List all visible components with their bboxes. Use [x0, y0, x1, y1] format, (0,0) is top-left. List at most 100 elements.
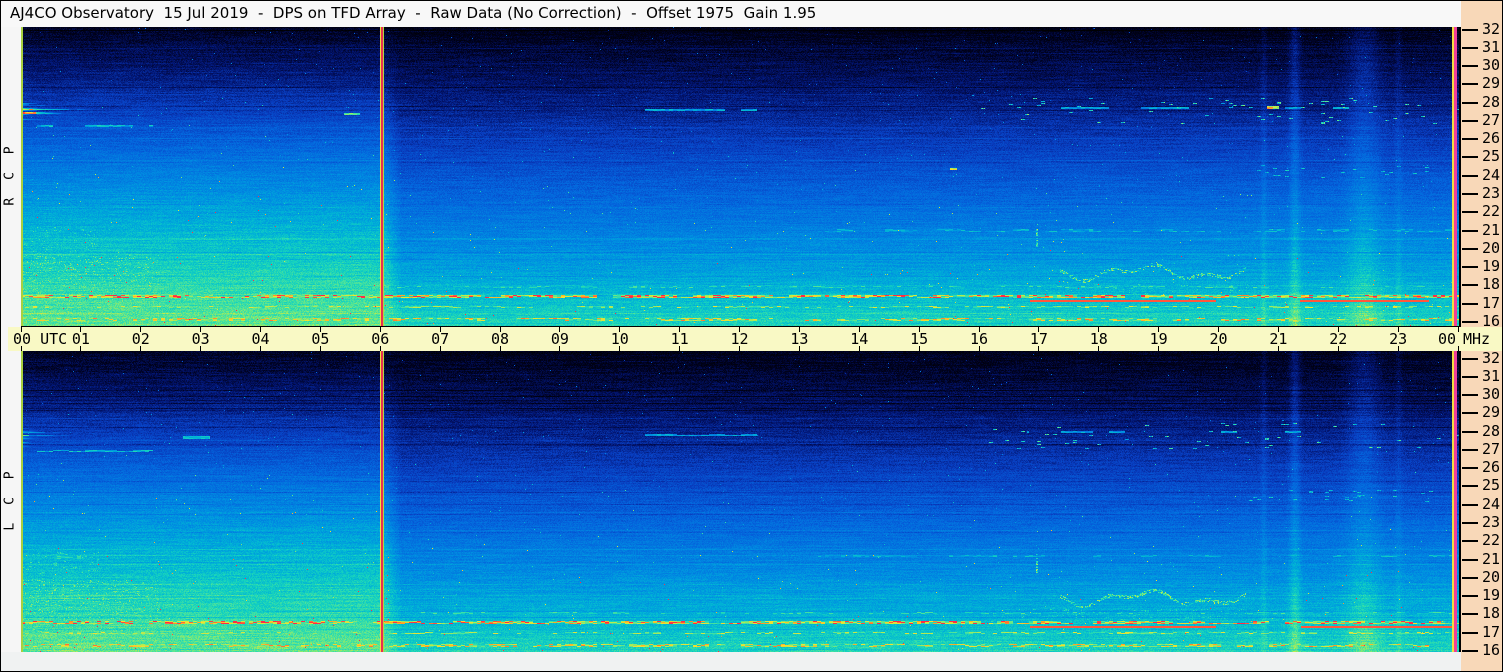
freq-tick	[1462, 467, 1478, 469]
freq-tick	[1462, 358, 1478, 360]
spectrogram-rcp	[21, 27, 1459, 326]
freq-tick	[1462, 230, 1478, 232]
spectrogram-lcp	[21, 351, 1459, 652]
time-tick-label: 02	[131, 330, 150, 348]
freq-tick	[1462, 321, 1478, 323]
freq-tick	[1462, 504, 1478, 506]
time-tick-label: 23	[1389, 330, 1408, 348]
time-tick-label: 11	[670, 330, 689, 348]
panel-label-lcp: L C P	[2, 466, 18, 531]
page-title: AJ4CO Observatory 15 Jul 2019 - DPS on T…	[10, 4, 817, 22]
time-tick-label: 15	[910, 330, 929, 348]
time-tick-label: 10	[610, 330, 629, 348]
freq-tick	[1462, 29, 1478, 31]
freq-tick-label: 28	[1482, 422, 1501, 440]
time-tick-label: 22	[1329, 330, 1348, 348]
time-tick-label: 04	[251, 330, 270, 348]
freq-tick-label: 21	[1482, 221, 1501, 239]
freq-tick	[1462, 394, 1478, 396]
freq-tick	[1462, 412, 1478, 414]
freq-unit-label: MHz	[1463, 330, 1491, 348]
time-tick-label: 03	[191, 330, 210, 348]
freq-tick	[1462, 156, 1478, 158]
title-bar: AJ4CO Observatory 15 Jul 2019 - DPS on T…	[1, 1, 1461, 27]
time-tick-label: 16	[969, 330, 989, 348]
freq-tick-label: 29	[1482, 403, 1501, 421]
freq-tick-label: 19	[1482, 586, 1501, 604]
freq-tick-label: 27	[1482, 440, 1501, 458]
time-tick	[1458, 327, 1459, 332]
time-tick-label: 08	[490, 330, 510, 348]
time-tick	[1458, 346, 1459, 351]
time-axis: MHz 00 UTC 01 02 03 04 05 06 07 08 09 10 11 12 13 14 15…	[8, 327, 1502, 351]
freq-tick	[1462, 211, 1478, 213]
freq-tick-label: 29	[1482, 74, 1501, 92]
freq-tick	[1462, 266, 1478, 268]
time-tick-label: 14	[850, 330, 869, 348]
freq-tick-label: 22	[1482, 531, 1501, 549]
time-tick-label: 19	[1149, 330, 1168, 348]
freq-tick-label: 24	[1482, 166, 1501, 184]
freq-tick-label: 21	[1482, 550, 1501, 568]
freq-tick	[1462, 485, 1478, 487]
time-tick-label: 00	[1437, 330, 1456, 348]
time-tick-label: 12	[730, 330, 749, 348]
time-tick-label: 20	[1209, 330, 1228, 348]
time-tick-label: 07	[431, 330, 450, 348]
time-tick-label: 01	[71, 330, 90, 348]
freq-tick-label: 31	[1482, 38, 1501, 56]
time-tick-label: 13	[790, 330, 809, 348]
freq-tick-label: 20	[1482, 239, 1501, 257]
time-tick-label: 18	[1089, 330, 1108, 348]
freq-tick	[1462, 431, 1478, 433]
freq-tick	[1462, 613, 1478, 615]
aj4co-dps-display: AJ4CO Observatory 15 Jul 2019 - DPS on T…	[0, 0, 1503, 672]
time-tick-label: 21	[1269, 330, 1288, 348]
freq-tick	[1462, 559, 1478, 561]
freq-tick-label: 24	[1482, 495, 1501, 513]
freq-tick-label: 25	[1482, 476, 1501, 494]
freq-tick	[1462, 449, 1478, 451]
freq-tick	[1462, 47, 1478, 49]
freq-tick-label: 26	[1482, 129, 1501, 147]
freq-tick-label: 17	[1482, 294, 1501, 312]
freq-tick-label: 23	[1482, 184, 1501, 202]
panel-label-rcp: R C P	[2, 141, 18, 206]
freq-tick	[1462, 303, 1478, 305]
freq-tick-label: 22	[1482, 202, 1501, 220]
time-tick-label: 09	[550, 330, 569, 348]
freq-tick	[1462, 175, 1478, 177]
freq-tick	[1462, 650, 1478, 652]
freq-tick	[1462, 540, 1478, 542]
freq-tick-label: 31	[1482, 367, 1501, 385]
freq-tick	[1462, 83, 1478, 85]
freq-tick	[1462, 632, 1478, 634]
freq-tick-label: 28	[1482, 93, 1501, 111]
freq-tick-label: 25	[1482, 147, 1501, 165]
freq-tick	[1462, 284, 1478, 286]
time-tick-label: 00 UTC	[13, 330, 68, 348]
freq-tick-label: 23	[1482, 513, 1501, 531]
freq-tick	[1462, 193, 1478, 195]
freq-tick-label: 17	[1482, 623, 1501, 641]
freq-tick-label: 32	[1482, 349, 1501, 367]
freq-tick-label: 30	[1482, 56, 1501, 74]
freq-tick-label: 18	[1482, 604, 1501, 622]
freq-tick-label: 16	[1482, 641, 1501, 659]
freq-tick-label: 19	[1482, 257, 1501, 275]
time-tick-label: 05	[311, 330, 330, 348]
freq-tick	[1462, 102, 1478, 104]
bottom-margin	[1, 652, 1461, 671]
freq-tick	[1462, 577, 1478, 579]
freq-tick-label: 20	[1482, 568, 1501, 586]
freq-tick-label: 18	[1482, 275, 1501, 293]
freq-tick	[1462, 522, 1478, 524]
freq-tick	[1462, 138, 1478, 140]
freq-tick-label: 27	[1482, 111, 1501, 129]
freq-tick	[1462, 376, 1478, 378]
freq-tick-label: 30	[1482, 385, 1501, 403]
freq-tick-label: 26	[1482, 458, 1501, 476]
freq-tick	[1462, 248, 1478, 250]
time-tick-label: 17	[1029, 330, 1048, 348]
freq-tick-label: 32	[1482, 20, 1501, 38]
